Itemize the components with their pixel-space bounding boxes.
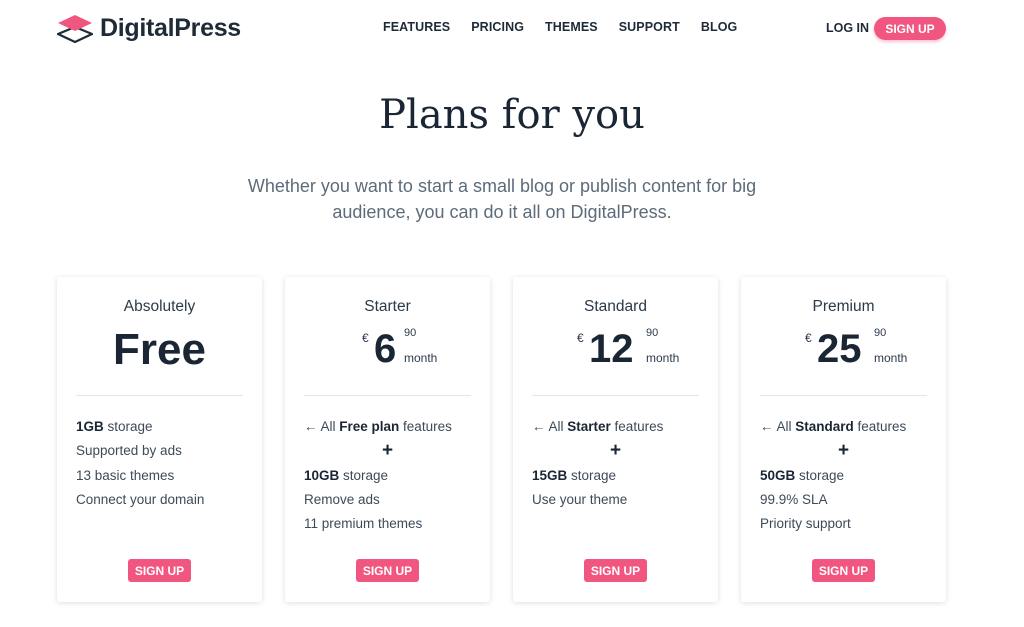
nav-blog[interactable]: BLOG bbox=[701, 20, 738, 34]
currency-symbol: € bbox=[805, 331, 812, 345]
feature-item: Priority support bbox=[760, 516, 851, 532]
divider bbox=[304, 395, 471, 396]
feature-item: Supported by ads bbox=[76, 443, 182, 459]
nav-features[interactable]: FEATURES bbox=[383, 20, 450, 34]
feature-item: 11 premium themes bbox=[304, 516, 423, 532]
price-period: month bbox=[404, 351, 438, 365]
site-header: DigitalPress FEATURES PRICING THEMES SUP… bbox=[0, 0, 1024, 58]
logo-icon bbox=[57, 13, 93, 43]
nav-support[interactable]: SUPPORT bbox=[619, 20, 680, 34]
divider bbox=[532, 395, 699, 396]
logo[interactable]: DigitalPress bbox=[57, 12, 241, 44]
plan-name: Absolutely bbox=[123, 298, 196, 315]
feature-list: ← All Free plan features + 10GB storage … bbox=[304, 415, 479, 536]
plan-price: Free bbox=[113, 325, 206, 374]
plus-sign: + bbox=[838, 440, 850, 462]
feature-list: 1GB storage Supported by ads 13 basic th… bbox=[76, 415, 251, 512]
inherited-features: ← All Starter features bbox=[532, 419, 664, 434]
login-link[interactable]: LOG IN bbox=[826, 21, 869, 35]
plan-signup-button[interactable]: SIGN UP bbox=[584, 559, 647, 582]
inherited-features: ← All Free plan features bbox=[304, 419, 452, 434]
plus-sign: + bbox=[610, 440, 622, 462]
plan-card-starter: Starter € 6 90 month ← All Free plan fea… bbox=[285, 277, 490, 602]
price-cents: 90 bbox=[646, 327, 659, 339]
feature-item: 10GB storage bbox=[304, 467, 389, 483]
feature-item: 15GB storage bbox=[532, 467, 617, 483]
price-amount: 6 bbox=[374, 327, 397, 371]
inherited-features: ← All Standard features bbox=[760, 419, 907, 434]
brand-name: DigitalPress bbox=[100, 13, 241, 42]
price-cents: 90 bbox=[404, 327, 417, 339]
main-nav: FEATURES PRICING THEMES SUPPORT BLOG bbox=[383, 20, 737, 34]
feature-list: ← All Starter features + 15GB storage Us… bbox=[532, 415, 707, 512]
currency-symbol: € bbox=[577, 331, 584, 345]
plan-card-premium: Premium € 25 90 month ← All Standard fea… bbox=[741, 277, 946, 602]
price-period: month bbox=[874, 351, 908, 365]
price-cents: 90 bbox=[874, 327, 887, 339]
feature-item: 50GB storage bbox=[760, 467, 845, 483]
plan-signup-button[interactable]: SIGN UP bbox=[128, 559, 191, 582]
nav-pricing[interactable]: PRICING bbox=[471, 20, 524, 34]
page-title: Plans for you bbox=[379, 92, 645, 138]
feature-item: 1GB storage bbox=[76, 419, 153, 434]
price-amount: 25 bbox=[817, 327, 862, 371]
feature-item: 13 basic themes bbox=[76, 467, 175, 483]
currency-symbol: € bbox=[362, 331, 369, 345]
divider bbox=[76, 395, 243, 396]
plan-name: Standard bbox=[584, 298, 647, 315]
feature-item: Remove ads bbox=[304, 491, 380, 507]
price-amount: 12 bbox=[589, 327, 634, 371]
plan-signup-button[interactable]: SIGN UP bbox=[812, 559, 875, 582]
feature-item: Connect your domain bbox=[76, 491, 205, 507]
plan-signup-button[interactable]: SIGN UP bbox=[356, 559, 419, 582]
plan-card-standard: Standard € 12 90 month ← All Starter fea… bbox=[513, 277, 718, 602]
signup-button[interactable]: SIGN UP bbox=[874, 17, 946, 40]
plan-name: Premium bbox=[812, 298, 875, 315]
price-period: month bbox=[646, 351, 680, 365]
feature-item: Use your theme bbox=[532, 491, 628, 507]
feature-list: ← All Standard features + 50GB storage 9… bbox=[760, 415, 935, 536]
plus-sign: + bbox=[382, 440, 394, 462]
plan-card-free: Absolutely Free 1GB storage Supported by… bbox=[57, 277, 262, 602]
nav-themes[interactable]: THEMES bbox=[545, 20, 598, 34]
divider bbox=[760, 395, 927, 396]
feature-item: 99.9% SLA bbox=[760, 491, 828, 507]
plan-name: Starter bbox=[364, 298, 411, 315]
page-subtitle: Whether you want to start a small blog o… bbox=[247, 176, 757, 222]
